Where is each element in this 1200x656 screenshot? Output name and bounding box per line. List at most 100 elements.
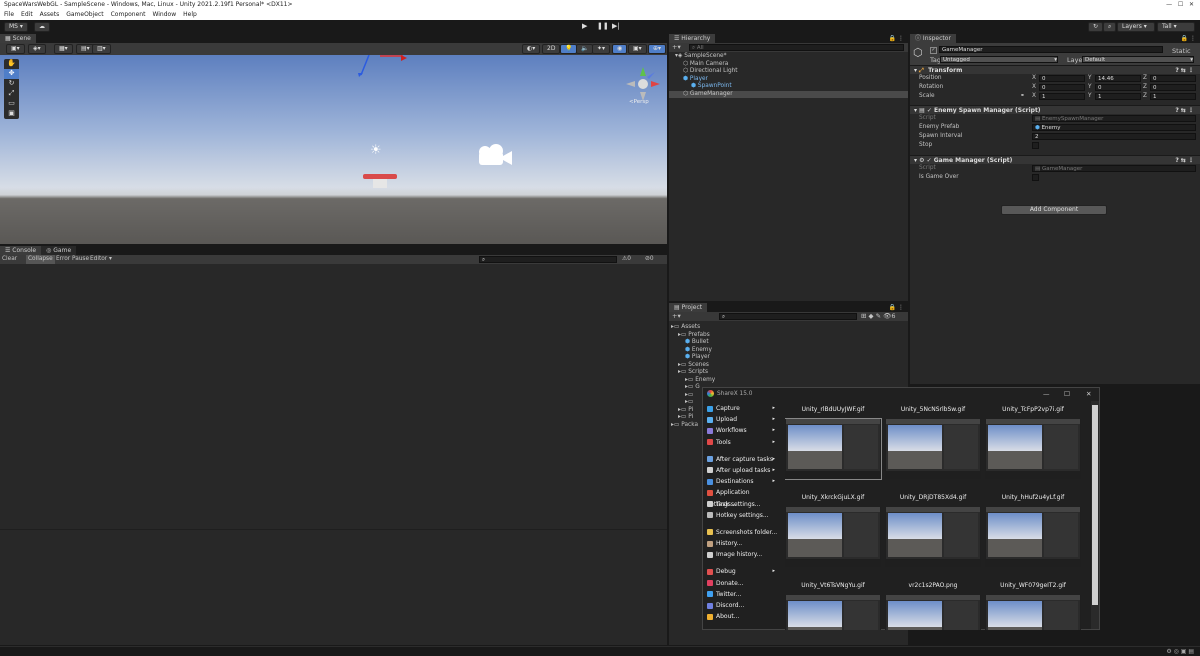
warning-count[interactable]: ⚠0 xyxy=(622,255,631,264)
sharex-menu-item[interactable]: Discord... xyxy=(703,600,779,611)
sharex-menu-item[interactable]: Screenshots folder... xyxy=(703,527,779,538)
layout-dropdown[interactable]: Tall ▾ xyxy=(1157,22,1195,32)
window-controls[interactable]: — ☐ ✕ xyxy=(1166,0,1194,10)
menu-help[interactable]: Help xyxy=(183,10,197,20)
project-item[interactable]: ▸▭ Scripts xyxy=(669,369,908,377)
history-thumbnail[interactable]: Unity_WF079geIT2.gif xyxy=(985,580,1085,630)
rotate-tool-icon[interactable]: ↻ xyxy=(4,79,19,89)
sharex-menu-item[interactable]: Upload ▸ xyxy=(703,414,779,425)
project-item[interactable]: ▸▭ Scenes xyxy=(669,362,908,370)
transform-header[interactable]: ▾ ⤢ Transform? ⇆ ⋮ xyxy=(910,65,1200,74)
sharex-menu-item[interactable]: Hotkey settings... xyxy=(703,510,779,521)
error-count[interactable]: ⊘0 xyxy=(645,255,654,264)
menu-component[interactable]: Component xyxy=(111,10,146,20)
hierarchy-item[interactable]: ⬡ Directional Light xyxy=(669,68,908,76)
maximize-icon[interactable]: ☐ xyxy=(1064,388,1070,400)
position-x-input[interactable]: 0 xyxy=(1039,75,1085,82)
play-icon[interactable]: ▶ xyxy=(582,22,587,30)
sharex-menu-item[interactable]: Debug ▸ xyxy=(703,566,779,577)
undo-history-button[interactable]: ↻ xyxy=(1088,22,1104,32)
history-thumbnail[interactable]: Unity_DRjDT85Xd4.gif xyxy=(885,492,985,580)
menu-gameobject[interactable]: GameObject xyxy=(66,10,103,20)
clear-button[interactable]: Clear xyxy=(2,255,17,264)
history-thumbnail[interactable]: Unity_Vt6TsVNgYu.gif xyxy=(785,580,885,630)
project-item[interactable]: ⬢ Bullet xyxy=(669,339,908,347)
account-button[interactable]: MS ▾ xyxy=(4,22,28,32)
stop-checkbox[interactable] xyxy=(1032,142,1039,149)
hierarchy-item[interactable]: ⬢ SpawnPoint xyxy=(669,83,908,91)
tab-project[interactable]: ▤ Project xyxy=(669,303,708,312)
fx-toggle[interactable]: ✦▾ xyxy=(592,44,611,54)
tab-hierarchy[interactable]: ☰ Hierarchy xyxy=(669,34,716,43)
project-item[interactable]: ▸▭ Prefabs xyxy=(669,332,908,340)
minimize-icon[interactable]: — xyxy=(1043,388,1050,400)
history-thumbnail[interactable]: Unity_XkrckGjuLX.gif xyxy=(785,492,885,580)
tab-inspector[interactable]: ⓘ Inspector xyxy=(910,34,956,43)
hierarchy-item[interactable]: ⬡ Main Camera xyxy=(669,61,908,69)
rotation-x-input[interactable]: 0 xyxy=(1039,84,1085,91)
camera-button[interactable]: ▣▾ xyxy=(628,44,647,54)
close-icon[interactable]: ✕ xyxy=(1086,388,1091,400)
menu-assets[interactable]: Assets xyxy=(40,10,60,20)
status-icons[interactable]: ⚙ ◎ ▣ ▤ xyxy=(1166,648,1194,655)
sharex-menu-item[interactable]: Image history... xyxy=(703,549,779,560)
main-camera-icon[interactable] xyxy=(476,142,514,170)
sharex-menu-item[interactable]: Capture ▸ xyxy=(703,403,779,414)
scale-y-input[interactable]: 1 xyxy=(1095,93,1141,100)
position-y-input[interactable]: 14.46 xyxy=(1095,75,1141,82)
rotation-z-input[interactable]: 0 xyxy=(1150,84,1196,91)
transform-gizmo-icon[interactable] xyxy=(355,55,415,81)
rect-tool-icon[interactable]: ▭ xyxy=(4,99,19,109)
step-icon[interactable]: ▶| xyxy=(612,22,620,30)
sharex-menu-item[interactable]: Application settings... xyxy=(703,487,779,508)
rotation-y-input[interactable]: 0 xyxy=(1095,84,1141,91)
filter-icons[interactable]: ⊞ ◆ ✎ 👁6 xyxy=(861,312,895,321)
menu-edit[interactable]: Edit xyxy=(21,10,33,20)
audio-toggle[interactable]: 🔈 xyxy=(576,44,594,54)
history-thumbnail[interactable]: Unity_TcFpP2vp7i.gif xyxy=(985,404,1085,492)
scale-z-input[interactable]: 1 xyxy=(1150,93,1196,100)
is-game-over-checkbox[interactable] xyxy=(1032,174,1039,181)
directional-light-icon[interactable]: ☀ xyxy=(370,143,382,158)
layers-dropdown[interactable]: Layers ▾ xyxy=(1117,22,1155,32)
sharex-menu-item[interactable]: After upload tasks ▸ xyxy=(703,465,779,476)
hidden-toggle[interactable]: ◉ xyxy=(612,44,628,54)
draw-mode-button[interactable]: ▣▾ xyxy=(6,44,25,54)
link-scale-icon[interactable]: ⚭ xyxy=(1020,93,1025,101)
scene-viewport[interactable]: ✋ ✥ ↻ ⤢ ▭ ▣ ☀ <Persp xyxy=(0,55,667,244)
sharex-menu-item[interactable]: About... xyxy=(703,611,779,622)
sharex-menu-item[interactable]: After capture tasks ▸ xyxy=(703,454,779,465)
sharex-scrollbar[interactable] xyxy=(1091,401,1099,629)
scale-tool-icon[interactable]: ⤢ xyxy=(4,89,19,99)
hand-tool-icon[interactable]: ✋ xyxy=(4,59,19,69)
sharex-menu-item[interactable]: Twitter... xyxy=(703,589,779,600)
move-tool-icon[interactable]: ✥ xyxy=(4,69,19,79)
lock-icon[interactable]: 🔒 ⋮ xyxy=(889,303,904,312)
transform-tool-icon[interactable]: ▣ xyxy=(4,109,19,119)
add-component-button[interactable]: Add Component xyxy=(1001,205,1107,215)
history-thumbnail[interactable]: Unity_hHuf2u4yLf.gif xyxy=(985,492,1085,580)
2d-toggle[interactable]: 2D xyxy=(542,44,561,54)
orientation-gizmo-icon[interactable] xyxy=(624,65,662,103)
sharex-menu-item[interactable]: Donate... xyxy=(703,578,779,589)
object-name-input[interactable]: GameManager xyxy=(939,46,1163,53)
sharex-menu-item[interactable]: History... xyxy=(703,538,779,549)
active-checkbox[interactable]: ✓ xyxy=(930,47,937,54)
project-item[interactable]: ▸▭ Enemy xyxy=(669,377,908,385)
tag-dropdown[interactable]: Untagged ▾ xyxy=(940,56,1058,63)
project-item[interactable]: ⬢ Player xyxy=(669,354,908,362)
console-search-input[interactable]: ⌕ xyxy=(479,256,617,263)
sharex-menu-item[interactable]: Workflows ▸ xyxy=(703,425,779,436)
cloud-button[interactable]: ☁ xyxy=(34,22,50,32)
spawn-interval-input[interactable]: 2 xyxy=(1032,133,1196,140)
history-thumbnail[interactable]: vr2c1s2PAO.png xyxy=(885,580,985,630)
hierarchy-item[interactable]: ⬡ GameManager xyxy=(669,90,908,98)
project-search-input[interactable]: ⌕ xyxy=(719,313,857,320)
sharex-menu-item[interactable]: Tools ▸ xyxy=(703,437,779,448)
add-button[interactable]: +▾ xyxy=(672,43,681,52)
menu-window[interactable]: Window xyxy=(152,10,176,20)
collapse-button[interactable]: Collapse xyxy=(26,255,55,264)
project-item[interactable]: ▸▭ Assets xyxy=(669,324,908,332)
hierarchy-item[interactable]: ▾◈ SampleScene* xyxy=(669,53,908,61)
enemy-spawn-header[interactable]: ▾ ▤ ✓ Enemy Spawn Manager (Script)? ⇆ ⋮ xyxy=(910,105,1200,114)
